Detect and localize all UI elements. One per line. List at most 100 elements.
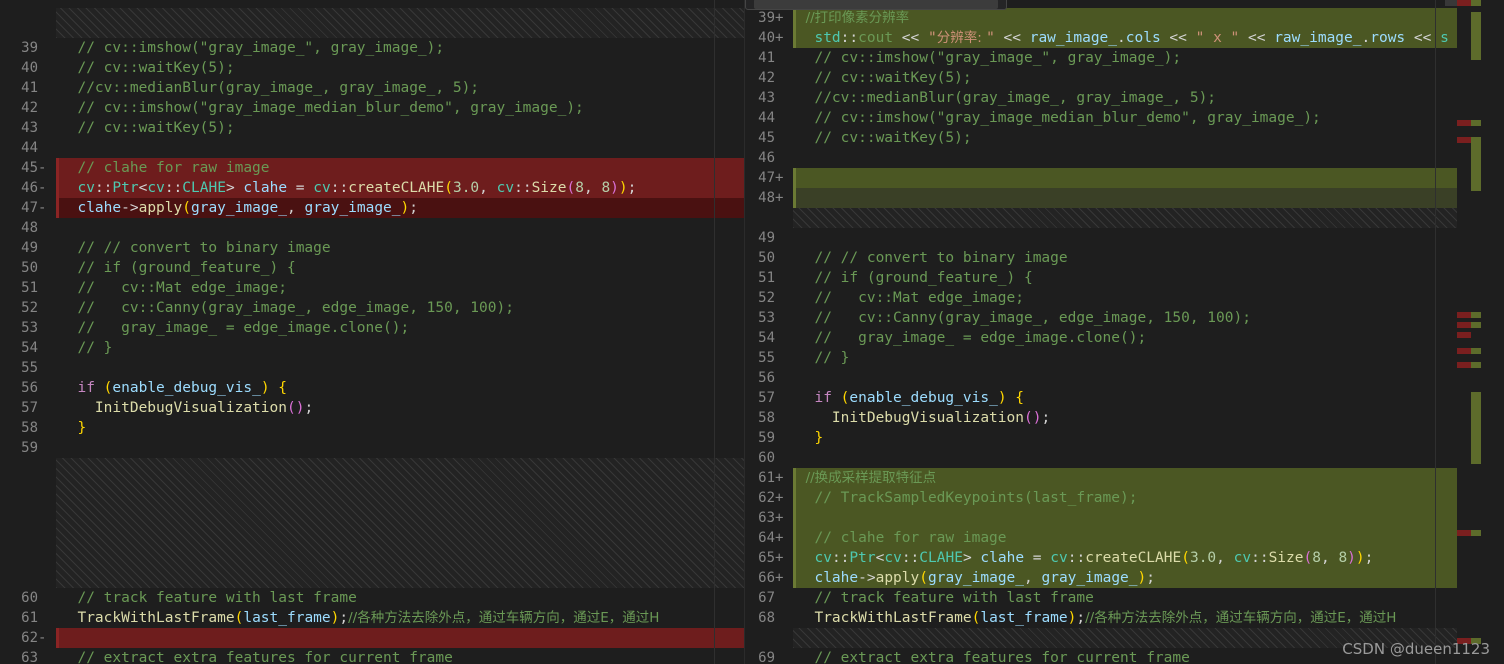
code-line[interactable]: 42 // cv::imshow("gray_image_median_blur… xyxy=(0,98,744,118)
line-change-marker xyxy=(56,158,59,178)
overview-ruler-mark-add xyxy=(1471,362,1481,368)
diff-sign: - xyxy=(38,180,47,196)
diff-pane-modified[interactable]: 39+ //打印像素分辨率 40+ std::cout << "分辨率: " <<… xyxy=(745,0,1481,664)
code-line[interactable]: 57 InitDebugVisualization(); xyxy=(0,398,744,418)
code-line[interactable]: 56 if (enable_debug_vis_) { xyxy=(0,378,744,398)
code-line[interactable]: 52 // cv::Mat edge_image; xyxy=(745,288,1481,308)
code-line[interactable]: 46- cv::Ptr<cv::CLAHE> clahe = cv::creat… xyxy=(0,178,744,198)
code-line[interactable]: 41 //cv::medianBlur(gray_image_, gray_im… xyxy=(0,78,744,98)
code-token: //cv::medianBlur(gray_image_, gray_image… xyxy=(797,90,1217,106)
line-number: 56 xyxy=(0,378,56,398)
overview-ruler[interactable] xyxy=(1457,0,1481,664)
line-number: 47+ xyxy=(745,168,793,188)
code-line[interactable]: 53 // cv::Canny(gray_image_, edge_image,… xyxy=(745,308,1481,328)
code-line[interactable]: 54 // } xyxy=(0,338,744,358)
code-line[interactable]: 39+ //打印像素分辨率 xyxy=(745,8,1481,28)
code-line[interactable]: 66+ clahe->apply(gray_image_, gray_image… xyxy=(745,568,1481,588)
code-line[interactable]: 59 xyxy=(0,438,744,458)
code-line[interactable]: 64+ // clahe for raw image xyxy=(745,528,1481,548)
code-line[interactable]: 63+ xyxy=(745,508,1481,528)
code-line[interactable]: 67 // track feature with last frame xyxy=(745,588,1481,608)
code-token: " xyxy=(927,30,937,46)
code-line[interactable]: 48 xyxy=(0,218,744,238)
code-line[interactable]: 53 // gray_image_ = edge_image.clone(); xyxy=(0,318,744,338)
code-token: clahe xyxy=(814,570,859,586)
line-number: 43 xyxy=(0,118,56,138)
code-line[interactable]: 43 //cv::medianBlur(gray_image_, gray_im… xyxy=(745,88,1481,108)
code-line[interactable]: 49 // // convert to binary image xyxy=(0,238,744,258)
code-token: //各种方法去除外点，通过车辆方向，通过E，通过H xyxy=(1085,610,1397,626)
code-line[interactable]: 60 xyxy=(745,448,1481,468)
code-line[interactable]: 47- clahe->apply(gray_image_, gray_image… xyxy=(0,198,744,218)
code-line[interactable]: 40 // cv::waitKey(5); xyxy=(0,58,744,78)
code-line[interactable]: 52 // cv::Canny(gray_image_, edge_image,… xyxy=(0,298,744,318)
code-line[interactable]: 40+ std::cout << "分辨率: " << raw_image_.c… xyxy=(745,28,1481,48)
code-token: // // convert to binary image xyxy=(60,240,331,256)
scrollbar-slider[interactable] xyxy=(1445,0,1457,6)
code-token: ) xyxy=(1347,550,1356,566)
code-line[interactable]: 50 // if (ground_feature_) { xyxy=(0,258,744,278)
code-line[interactable]: 55 xyxy=(0,358,744,378)
code-line[interactable]: 65+ cv::Ptr<cv::CLAHE> clahe = cv::creat… xyxy=(745,548,1481,568)
code-line[interactable]: 58 InitDebugVisualization(); xyxy=(745,408,1481,428)
code-line[interactable]: 44 xyxy=(0,138,744,158)
code-line[interactable]: 61+ //换成采样提取特征点 xyxy=(745,468,1481,488)
code-line[interactable]: 47+ xyxy=(745,168,1481,188)
code-line[interactable]: 51 // if (ground_feature_) { xyxy=(745,268,1481,288)
code-line[interactable]: 42 // cv::waitKey(5); xyxy=(745,68,1481,88)
line-content: // // convert to binary image xyxy=(793,248,1067,268)
code-token: //打印像素分辨率 xyxy=(797,10,910,26)
line-content xyxy=(56,438,60,458)
code-area-modified[interactable]: 39+ //打印像素分辨率 40+ std::cout << "分辨率: " <<… xyxy=(745,0,1481,664)
code-line[interactable]: 63 // extract extra features for current… xyxy=(0,648,744,664)
line-number: 39+ xyxy=(745,8,793,28)
peek-widget-field[interactable] xyxy=(754,0,998,9)
code-line[interactable]: 58 } xyxy=(0,418,744,438)
diff-sign: + xyxy=(775,10,784,26)
line-number: 44 xyxy=(0,138,56,158)
code-line[interactable]: 39 // cv::imshow("gray_image_", gray_ima… xyxy=(0,38,744,58)
line-number: 56 xyxy=(745,368,793,388)
line-content: // cv::waitKey(5); xyxy=(56,118,234,138)
line-number: 39 xyxy=(0,38,56,58)
code-line[interactable]: 56 xyxy=(745,368,1481,388)
code-line[interactable]: 46 xyxy=(745,148,1481,168)
code-line[interactable]: 51 // cv::Mat edge_image; xyxy=(0,278,744,298)
code-line[interactable]: 68 TrackWithLastFrame(last_frame);//各种方法… xyxy=(745,608,1481,628)
code-token: cv xyxy=(77,180,95,196)
code-line[interactable]: 44 // cv::imshow("gray_image_median_blur… xyxy=(745,108,1481,128)
diff-sign: - xyxy=(38,200,47,216)
code-line[interactable]: 43 // cv::waitKey(5); xyxy=(0,118,744,138)
code-line[interactable]: 49 xyxy=(745,228,1481,248)
line-diff-background xyxy=(793,508,1481,528)
diff-sign: + xyxy=(775,470,784,486)
overview-ruler-mark-del xyxy=(1457,137,1471,143)
line-number: 54 xyxy=(745,328,793,348)
code-line[interactable]: 55 // } xyxy=(745,348,1481,368)
code-token: // clahe for raw image xyxy=(797,530,1007,546)
code-line[interactable]: 57 if (enable_debug_vis_) { xyxy=(745,388,1481,408)
code-line[interactable]: 62- xyxy=(0,628,744,648)
code-line[interactable]: 61 TrackWithLastFrame(last_frame);//各种方法… xyxy=(0,608,744,628)
code-token: //换成采样提取特征点 xyxy=(797,470,937,486)
code-token: > xyxy=(225,180,244,196)
code-line[interactable]: 54 // gray_image_ = edge_image.clone(); xyxy=(745,328,1481,348)
line-content: //换成采样提取特征点 xyxy=(793,468,937,488)
code-line[interactable]: 41 // cv::imshow("gray_image_", gray_ima… xyxy=(745,48,1481,68)
line-change-marker xyxy=(793,468,796,488)
diff-pane-original[interactable]: 38 39 // cv::imshow("gray_image_", gray_… xyxy=(0,0,744,664)
code-line[interactable]: 59 } xyxy=(745,428,1481,448)
code-line[interactable]: 48+ xyxy=(745,188,1481,208)
code-token: ) xyxy=(1355,550,1365,566)
line-content: InitDebugVisualization(); xyxy=(793,408,1050,428)
code-line[interactable]: 62+ // TrackSampledKeypoints(last_frame)… xyxy=(745,488,1481,508)
code-line[interactable]: 45- // clahe for raw image xyxy=(0,158,744,178)
line-change-marker xyxy=(56,198,59,218)
code-token: 分辨率: xyxy=(936,30,987,46)
code-line[interactable]: 45 // cv::waitKey(5); xyxy=(745,128,1481,148)
code-line[interactable]: 60 // track feature with last frame xyxy=(0,588,744,608)
peek-widget[interactable] xyxy=(745,0,1007,10)
code-line[interactable]: 50 // // convert to binary image xyxy=(745,248,1481,268)
code-area-original[interactable]: 39 // cv::imshow("gray_image_", gray_ima… xyxy=(0,0,744,664)
